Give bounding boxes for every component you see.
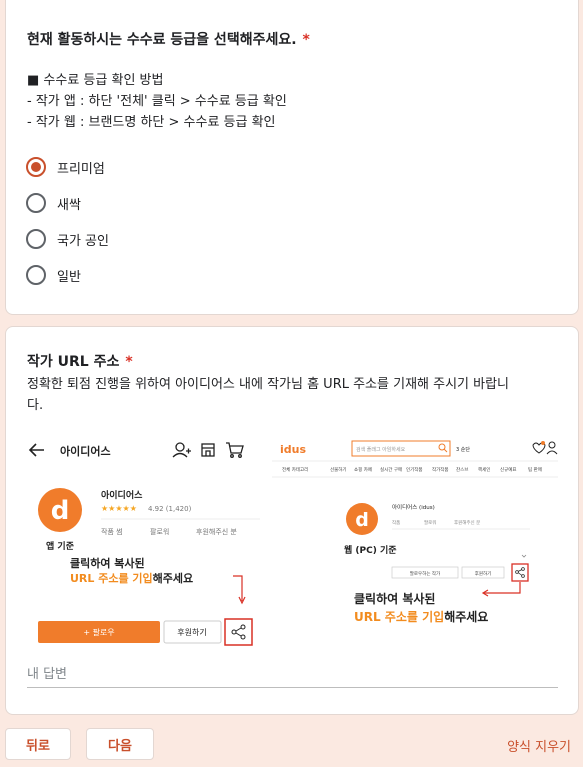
app-share-highlight-box (224, 618, 253, 646)
app-callout-rest: 해주세요 (153, 571, 193, 585)
svg-text:팀 판매: 팀 판매 (528, 466, 542, 473)
radio-button-selected[interactable] (26, 157, 46, 177)
svg-text:d: d (51, 496, 70, 526)
callout-arrow (484, 582, 521, 594)
svg-text:전체 카테고리: 전체 카테고리 (282, 466, 308, 473)
svg-text:찬스브: 찬스브 (456, 466, 468, 473)
svg-text:신규예표: 신규예표 (500, 466, 517, 473)
question-description: 정확한 퇴점 진행을 위하여 아이디어스 내에 작가님 홈 URL 주소를 기재… (27, 374, 509, 416)
web-follow-button-label: 팔로우하는 작가 (410, 570, 440, 577)
web-callout-highlight: URL 주소를 기입 (354, 609, 444, 624)
chevron-down-icon (521, 554, 527, 558)
app-callout-line1: 클릭하여 복사된 (70, 556, 145, 570)
web-header-misc: 3 순단 (456, 446, 470, 453)
clear-form-link[interactable]: 양식 지우기 (507, 736, 571, 755)
app-rating-text: 4.92 (1,420) (148, 505, 192, 513)
desc-line: - 작가 앱 : 하단 '전체' 클릭 > 수수료 등급 확인 (27, 94, 287, 109)
svg-text:인기작품: 인기작품 (406, 466, 423, 473)
brand-logo: d (38, 488, 82, 532)
radio-button[interactable] (26, 265, 46, 285)
callout-arrow (233, 575, 243, 601)
web-stat-label: 후원해주신 분 (454, 519, 480, 526)
radio-option-national-certified[interactable]: 국가 공인 (26, 227, 109, 251)
svg-text:실시간 구매: 실시간 구매 (380, 466, 402, 473)
store-icon (201, 443, 215, 457)
svg-text:쇼핑 카페: 쇼핑 카페 (354, 466, 372, 473)
web-brand-name: 아이디어스 (idus) (392, 503, 435, 511)
back-button[interactable]: 뒤로 (5, 728, 71, 760)
app-support-button-label: 후원하기 (177, 627, 206, 637)
svg-text:d: d (355, 509, 369, 531)
radio-option-premium[interactable]: 프리미엄 (26, 155, 105, 179)
required-mark: * (302, 32, 310, 48)
radio-label: 일반 (57, 269, 81, 285)
radio-label: 새싹 (57, 197, 81, 213)
radio-option-sprout[interactable]: 새싹 (26, 191, 81, 215)
app-stat-label: 팔로워 (150, 527, 169, 536)
radio-button[interactable] (26, 229, 46, 249)
web-logo: idus (280, 443, 306, 456)
app-follow-button-label: + 팔로우 (83, 627, 114, 637)
web-callout-line2: URL 주소를 기입해주세요 (354, 609, 488, 624)
app-stat-label: 후원해주신 분 (196, 527, 237, 536)
app-callout-highlight: URL 주소를 기입 (70, 571, 153, 585)
question-card-artist-url: 작가 URL 주소 * 정확한 퇴점 진행을 위하여 아이디어스 내에 작가님 홈… (5, 326, 579, 715)
web-basis-label: 웹 (PC) 기준 (344, 544, 397, 556)
radio-label: 프리미엄 (57, 161, 105, 177)
desc-line: ■ 수수료 등급 확인 방법 (27, 73, 164, 88)
answer-underline (27, 687, 558, 688)
app-stat-label: 작품 썸 (101, 527, 123, 536)
required-mark: * (125, 354, 133, 370)
app-rating-stars: ★★★★★ (101, 504, 137, 513)
radio-option-general[interactable]: 일반 (26, 263, 81, 287)
web-search-placeholder: 검색 플래그 아임하세요 (356, 446, 406, 453)
web-callout-rest: 해주세요 (444, 609, 488, 624)
web-support-button-label: 후원하기 (475, 570, 492, 577)
app-header-title: 아이디어스 (60, 444, 111, 458)
web-stat-label: 팔로워 (424, 519, 436, 526)
app-callout-line2: URL 주소를 기입해주세요 (70, 571, 193, 585)
radio-label: 국가 공인 (57, 233, 109, 249)
question-card-fee-grade: 현재 활동하시는 수수료 등급을 선택해주세요. * ■ 수수료 등급 확인 방법… (5, 0, 579, 315)
app-guide-screenshot: 아이디어스 d 아이디어스 ★★★★★ 4.92 (1,420) 작품 썸 팔로… (28, 442, 260, 646)
svg-text:작가작품: 작가작품 (432, 466, 449, 473)
cart-icon (226, 442, 244, 458)
app-brand-name: 아이디어스 (101, 489, 143, 501)
person-plus-icon (172, 442, 191, 458)
url-answer-input[interactable] (27, 663, 558, 685)
notification-dot (541, 441, 545, 445)
back-arrow-icon (28, 443, 44, 457)
radio-button[interactable] (26, 193, 46, 213)
svg-text:핵세인: 핵세인 (478, 466, 490, 473)
web-guide-screenshot: idus 검색 플래그 아임하세요 3 순단 전체 카테고리 선물하기 쇼핑 카… (272, 440, 558, 624)
question-title: 작가 URL 주소 * (27, 354, 133, 370)
url-guide-image: 아이디어스 d 아이디어스 ★★★★★ 4.92 (1,420) 작품 썸 팔로… (28, 431, 558, 655)
next-button[interactable]: 다음 (86, 728, 154, 760)
web-share-highlight-box (511, 563, 529, 582)
desc-line: 다. (27, 398, 44, 413)
desc-line: 정확한 퇴점 진행을 위하여 아이디어스 내에 작가님 홈 URL 주소를 기재… (27, 377, 510, 392)
question-title: 현재 활동하시는 수수료 등급을 선택해주세요. * (27, 32, 310, 48)
web-stat-label: 작품 (392, 519, 400, 526)
web-brand-logo: d (346, 503, 378, 535)
desc-line: - 작가 웹 : 브랜드명 하단 > 수수료 등급 확인 (27, 115, 276, 130)
web-callout-line1: 클릭하여 복사된 (354, 591, 435, 606)
question-description: ■ 수수료 등급 확인 방법 - 작가 앱 : 하단 '전체' 클릭 > 수수료… (27, 70, 287, 133)
svg-text:선물하기: 선물하기 (330, 466, 347, 473)
app-basis-label: 앱 기준 (46, 540, 74, 552)
web-category-menu: 전체 카테고리 선물하기 쇼핑 카페 실시간 구매 인기작품 작가작품 찬스브 … (282, 466, 542, 473)
user-icon (546, 441, 558, 455)
